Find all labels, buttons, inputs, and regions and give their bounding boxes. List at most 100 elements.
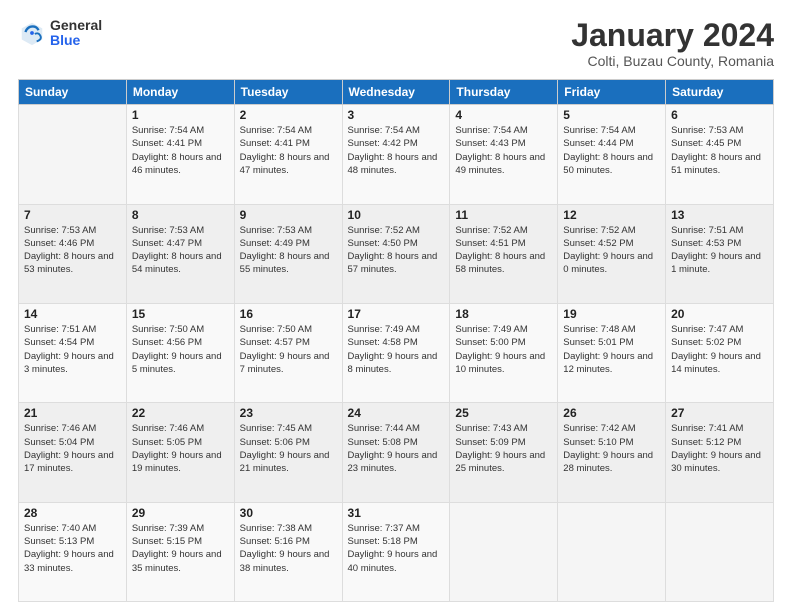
- day-number: 21: [24, 406, 121, 420]
- day-detail: Sunrise: 7:39 AMSunset: 5:15 PMDaylight:…: [132, 522, 229, 575]
- day-number: 13: [671, 208, 768, 222]
- day-detail: Sunrise: 7:53 AMSunset: 4:45 PMDaylight:…: [671, 124, 768, 177]
- day-number: 3: [348, 108, 445, 122]
- col-wednesday: Wednesday: [342, 80, 450, 105]
- day-number: 31: [348, 506, 445, 520]
- table-row: 21 Sunrise: 7:46 AMSunset: 5:04 PMDaylig…: [19, 403, 127, 502]
- day-detail: Sunrise: 7:49 AMSunset: 5:00 PMDaylight:…: [455, 323, 552, 376]
- day-detail: Sunrise: 7:48 AMSunset: 5:01 PMDaylight:…: [563, 323, 660, 376]
- calendar-week-row: 21 Sunrise: 7:46 AMSunset: 5:04 PMDaylig…: [19, 403, 774, 502]
- day-detail: Sunrise: 7:54 AMSunset: 4:41 PMDaylight:…: [132, 124, 229, 177]
- day-number: 20: [671, 307, 768, 321]
- table-row: 2 Sunrise: 7:54 AMSunset: 4:41 PMDayligh…: [234, 105, 342, 204]
- day-number: 10: [348, 208, 445, 222]
- table-row: 24 Sunrise: 7:44 AMSunset: 5:08 PMDaylig…: [342, 403, 450, 502]
- calendar-header-row: Sunday Monday Tuesday Wednesday Thursday…: [19, 80, 774, 105]
- day-detail: Sunrise: 7:46 AMSunset: 5:04 PMDaylight:…: [24, 422, 121, 475]
- logo-text: General Blue: [50, 18, 102, 49]
- day-number: 6: [671, 108, 768, 122]
- day-number: 12: [563, 208, 660, 222]
- table-row: 12 Sunrise: 7:52 AMSunset: 4:52 PMDaylig…: [558, 204, 666, 303]
- day-detail: Sunrise: 7:52 AMSunset: 4:51 PMDaylight:…: [455, 224, 552, 277]
- day-number: 19: [563, 307, 660, 321]
- day-number: 9: [240, 208, 337, 222]
- day-detail: Sunrise: 7:53 AMSunset: 4:47 PMDaylight:…: [132, 224, 229, 277]
- day-number: 30: [240, 506, 337, 520]
- table-row: 8 Sunrise: 7:53 AMSunset: 4:47 PMDayligh…: [126, 204, 234, 303]
- table-row: [558, 502, 666, 601]
- day-detail: Sunrise: 7:53 AMSunset: 4:49 PMDaylight:…: [240, 224, 337, 277]
- logo: General Blue: [18, 18, 102, 49]
- month-title: January 2024: [571, 18, 774, 53]
- header: General Blue January 2024 Colti, Buzau C…: [18, 18, 774, 69]
- day-detail: Sunrise: 7:41 AMSunset: 5:12 PMDaylight:…: [671, 422, 768, 475]
- day-number: 17: [348, 307, 445, 321]
- logo-general-label: General: [50, 18, 102, 33]
- col-monday: Monday: [126, 80, 234, 105]
- table-row: 3 Sunrise: 7:54 AMSunset: 4:42 PMDayligh…: [342, 105, 450, 204]
- table-row: 26 Sunrise: 7:42 AMSunset: 5:10 PMDaylig…: [558, 403, 666, 502]
- logo-blue-label: Blue: [50, 33, 102, 48]
- table-row: 14 Sunrise: 7:51 AMSunset: 4:54 PMDaylig…: [19, 303, 127, 402]
- day-number: 8: [132, 208, 229, 222]
- day-detail: Sunrise: 7:49 AMSunset: 4:58 PMDaylight:…: [348, 323, 445, 376]
- table-row: 25 Sunrise: 7:43 AMSunset: 5:09 PMDaylig…: [450, 403, 558, 502]
- day-number: 7: [24, 208, 121, 222]
- day-detail: Sunrise: 7:43 AMSunset: 5:09 PMDaylight:…: [455, 422, 552, 475]
- calendar-week-row: 7 Sunrise: 7:53 AMSunset: 4:46 PMDayligh…: [19, 204, 774, 303]
- page: General Blue January 2024 Colti, Buzau C…: [0, 0, 792, 612]
- day-number: 5: [563, 108, 660, 122]
- table-row: 9 Sunrise: 7:53 AMSunset: 4:49 PMDayligh…: [234, 204, 342, 303]
- table-row: [450, 502, 558, 601]
- table-row: 1 Sunrise: 7:54 AMSunset: 4:41 PMDayligh…: [126, 105, 234, 204]
- day-number: 24: [348, 406, 445, 420]
- table-row: 18 Sunrise: 7:49 AMSunset: 5:00 PMDaylig…: [450, 303, 558, 402]
- day-number: 26: [563, 406, 660, 420]
- col-saturday: Saturday: [666, 80, 774, 105]
- day-detail: Sunrise: 7:53 AMSunset: 4:46 PMDaylight:…: [24, 224, 121, 277]
- day-number: 14: [24, 307, 121, 321]
- table-row: 4 Sunrise: 7:54 AMSunset: 4:43 PMDayligh…: [450, 105, 558, 204]
- calendar-week-row: 28 Sunrise: 7:40 AMSunset: 5:13 PMDaylig…: [19, 502, 774, 601]
- day-number: 15: [132, 307, 229, 321]
- table-row: 6 Sunrise: 7:53 AMSunset: 4:45 PMDayligh…: [666, 105, 774, 204]
- day-detail: Sunrise: 7:54 AMSunset: 4:44 PMDaylight:…: [563, 124, 660, 177]
- table-row: 22 Sunrise: 7:46 AMSunset: 5:05 PMDaylig…: [126, 403, 234, 502]
- calendar-table: Sunday Monday Tuesday Wednesday Thursday…: [18, 79, 774, 602]
- day-detail: Sunrise: 7:51 AMSunset: 4:54 PMDaylight:…: [24, 323, 121, 376]
- day-number: 28: [24, 506, 121, 520]
- day-detail: Sunrise: 7:40 AMSunset: 5:13 PMDaylight:…: [24, 522, 121, 575]
- calendar-week-row: 14 Sunrise: 7:51 AMSunset: 4:54 PMDaylig…: [19, 303, 774, 402]
- table-row: 11 Sunrise: 7:52 AMSunset: 4:51 PMDaylig…: [450, 204, 558, 303]
- day-number: 29: [132, 506, 229, 520]
- day-detail: Sunrise: 7:37 AMSunset: 5:18 PMDaylight:…: [348, 522, 445, 575]
- day-detail: Sunrise: 7:45 AMSunset: 5:06 PMDaylight:…: [240, 422, 337, 475]
- table-row: 23 Sunrise: 7:45 AMSunset: 5:06 PMDaylig…: [234, 403, 342, 502]
- table-row: 27 Sunrise: 7:41 AMSunset: 5:12 PMDaylig…: [666, 403, 774, 502]
- day-detail: Sunrise: 7:50 AMSunset: 4:56 PMDaylight:…: [132, 323, 229, 376]
- day-detail: Sunrise: 7:52 AMSunset: 4:52 PMDaylight:…: [563, 224, 660, 277]
- day-number: 18: [455, 307, 552, 321]
- day-number: 11: [455, 208, 552, 222]
- title-block: January 2024 Colti, Buzau County, Romani…: [571, 18, 774, 69]
- col-tuesday: Tuesday: [234, 80, 342, 105]
- col-friday: Friday: [558, 80, 666, 105]
- day-number: 27: [671, 406, 768, 420]
- day-detail: Sunrise: 7:50 AMSunset: 4:57 PMDaylight:…: [240, 323, 337, 376]
- day-detail: Sunrise: 7:54 AMSunset: 4:42 PMDaylight:…: [348, 124, 445, 177]
- day-number: 25: [455, 406, 552, 420]
- col-sunday: Sunday: [19, 80, 127, 105]
- table-row: [19, 105, 127, 204]
- table-row: 16 Sunrise: 7:50 AMSunset: 4:57 PMDaylig…: [234, 303, 342, 402]
- day-number: 2: [240, 108, 337, 122]
- table-row: [666, 502, 774, 601]
- day-detail: Sunrise: 7:51 AMSunset: 4:53 PMDaylight:…: [671, 224, 768, 277]
- logo-icon: [18, 19, 46, 47]
- day-detail: Sunrise: 7:42 AMSunset: 5:10 PMDaylight:…: [563, 422, 660, 475]
- table-row: 15 Sunrise: 7:50 AMSunset: 4:56 PMDaylig…: [126, 303, 234, 402]
- day-detail: Sunrise: 7:47 AMSunset: 5:02 PMDaylight:…: [671, 323, 768, 376]
- day-number: 16: [240, 307, 337, 321]
- day-detail: Sunrise: 7:54 AMSunset: 4:43 PMDaylight:…: [455, 124, 552, 177]
- table-row: 5 Sunrise: 7:54 AMSunset: 4:44 PMDayligh…: [558, 105, 666, 204]
- table-row: 31 Sunrise: 7:37 AMSunset: 5:18 PMDaylig…: [342, 502, 450, 601]
